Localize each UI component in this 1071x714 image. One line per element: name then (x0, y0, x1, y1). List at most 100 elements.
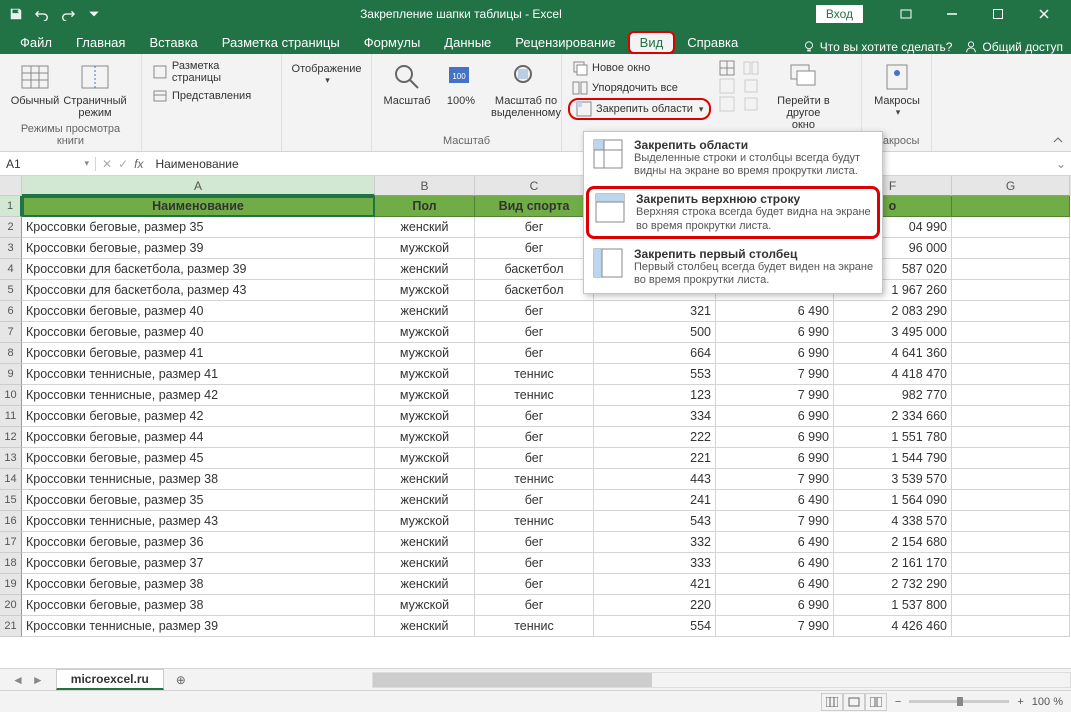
tab-help[interactable]: Справка (675, 31, 750, 54)
cell[interactable]: Кроссовки беговые, размер 38 (22, 574, 375, 595)
row-header[interactable]: 13 (0, 448, 22, 469)
row-header[interactable]: 4 (0, 259, 22, 280)
freeze-top-row-item[interactable]: Закрепить верхнюю строкуВерхняя строка в… (586, 186, 880, 238)
spreadsheet-grid[interactable]: ABCDEFG 1НаименованиеПолВид спортао2Крос… (0, 176, 1071, 668)
cell[interactable]: Кроссовки беговые, размер 42 (22, 406, 375, 427)
cell[interactable]: теннис (475, 469, 594, 490)
fx-icon[interactable]: fx (134, 157, 143, 171)
row-header[interactable]: 3 (0, 238, 22, 259)
cell[interactable]: бег (475, 553, 594, 574)
split-icon[interactable] (719, 60, 735, 76)
cell[interactable]: бег (475, 448, 594, 469)
cell[interactable]: Кроссовки беговые, размер 35 (22, 217, 375, 238)
row-header[interactable]: 16 (0, 511, 22, 532)
cell[interactable]: 6 990 (716, 448, 834, 469)
cell[interactable]: бег (475, 238, 594, 259)
cell[interactable]: теннис (475, 385, 594, 406)
cell[interactable]: 500 (594, 322, 716, 343)
zoom-slider[interactable] (909, 700, 1009, 703)
minimize-icon[interactable] (929, 0, 975, 28)
cell[interactable]: 443 (594, 469, 716, 490)
cell[interactable]: мужской (375, 511, 475, 532)
cell[interactable]: 332 (594, 532, 716, 553)
cell[interactable]: мужской (375, 385, 475, 406)
row-header[interactable]: 8 (0, 343, 22, 364)
close-icon[interactable] (1021, 0, 1067, 28)
horizontal-scrollbar[interactable] (372, 672, 1071, 688)
cell[interactable] (952, 427, 1070, 448)
cell[interactable]: 4 418 470 (834, 364, 952, 385)
cell[interactable]: 6 490 (716, 574, 834, 595)
row-header[interactable]: 11 (0, 406, 22, 427)
cell[interactable]: мужской (375, 595, 475, 616)
cell[interactable] (952, 469, 1070, 490)
cell[interactable]: 3 495 000 (834, 322, 952, 343)
cell[interactable]: 1 551 780 (834, 427, 952, 448)
cell[interactable]: бег (475, 532, 594, 553)
cell[interactable]: Кроссовки беговые, размер 40 (22, 322, 375, 343)
show-button[interactable]: Отображение▾ (285, 58, 369, 89)
cell[interactable]: Кроссовки теннисные, размер 42 (22, 385, 375, 406)
cell[interactable]: мужской (375, 427, 475, 448)
cell[interactable]: 1 537 800 (834, 595, 952, 616)
cell[interactable]: бег (475, 217, 594, 238)
normal-view-button[interactable]: Обычный (6, 58, 64, 122)
zoom-level[interactable]: 100 % (1032, 696, 1063, 708)
cell[interactable]: 6 490 (716, 532, 834, 553)
add-sheet-icon[interactable]: ⊕ (170, 669, 192, 691)
cell[interactable]: мужской (375, 322, 475, 343)
tab-layout[interactable]: Разметка страницы (210, 31, 352, 54)
zoom-selection-button[interactable]: Масштаб по выделенному (486, 58, 566, 122)
ribbon-mode-icon[interactable] (883, 0, 929, 28)
cell[interactable] (952, 448, 1070, 469)
freeze-first-col-item[interactable]: Закрепить первый столбецПервый столбец в… (584, 241, 882, 293)
cell[interactable]: 421 (594, 574, 716, 595)
cell[interactable] (952, 322, 1070, 343)
page-break-view-icon[interactable] (865, 693, 887, 711)
header-cell[interactable]: Пол (375, 196, 475, 217)
cell[interactable]: Кроссовки для баскетбола, размер 43 (22, 280, 375, 301)
macros-button[interactable]: Макросы▾ (868, 58, 926, 121)
cell[interactable]: Кроссовки беговые, размер 41 (22, 343, 375, 364)
arrange-button[interactable]: Упорядочить все (568, 78, 711, 98)
column-header[interactable]: A (22, 176, 375, 196)
cell[interactable] (952, 595, 1070, 616)
cell[interactable]: бег (475, 301, 594, 322)
tab-view[interactable]: Вид (628, 31, 676, 54)
cell[interactable]: 2 732 290 (834, 574, 952, 595)
cell[interactable]: женский (375, 490, 475, 511)
cell[interactable]: 7 990 (716, 616, 834, 637)
row-header[interactable]: 17 (0, 532, 22, 553)
cell[interactable]: женский (375, 217, 475, 238)
cell[interactable]: 6 490 (716, 301, 834, 322)
cell[interactable] (952, 238, 1070, 259)
cell[interactable]: 7 990 (716, 364, 834, 385)
row-header[interactable]: 9 (0, 364, 22, 385)
cell[interactable]: 982 770 (834, 385, 952, 406)
share-button[interactable]: Общий доступ (964, 40, 1063, 54)
column-header[interactable]: C (475, 176, 594, 196)
freeze-panes-item[interactable]: Закрепить областиВыделенные строки и сто… (584, 132, 882, 184)
zoom-100-button[interactable]: 100100% (438, 58, 484, 122)
cell[interactable]: Кроссовки для баскетбола, размер 39 (22, 259, 375, 280)
header-cell[interactable]: Вид спорта (475, 196, 594, 217)
cell[interactable]: мужской (375, 343, 475, 364)
cell[interactable]: 321 (594, 301, 716, 322)
cell[interactable]: мужской (375, 280, 475, 301)
reset-pos-icon[interactable] (743, 96, 759, 112)
cell[interactable] (952, 259, 1070, 280)
cell[interactable]: 241 (594, 490, 716, 511)
cell[interactable]: 6 990 (716, 595, 834, 616)
cell[interactable] (952, 616, 1070, 637)
cell[interactable]: 123 (594, 385, 716, 406)
row-header[interactable]: 10 (0, 385, 22, 406)
cell[interactable]: 554 (594, 616, 716, 637)
row-header[interactable]: 5 (0, 280, 22, 301)
cell[interactable] (952, 574, 1070, 595)
header-cell[interactable]: Наименование (22, 196, 375, 217)
cell[interactable]: Кроссовки беговые, размер 44 (22, 427, 375, 448)
cell[interactable]: Кроссовки беговые, размер 38 (22, 595, 375, 616)
cell[interactable]: бег (475, 406, 594, 427)
view-side-icon[interactable] (743, 60, 759, 76)
zoom-button[interactable]: Масштаб (378, 58, 436, 122)
